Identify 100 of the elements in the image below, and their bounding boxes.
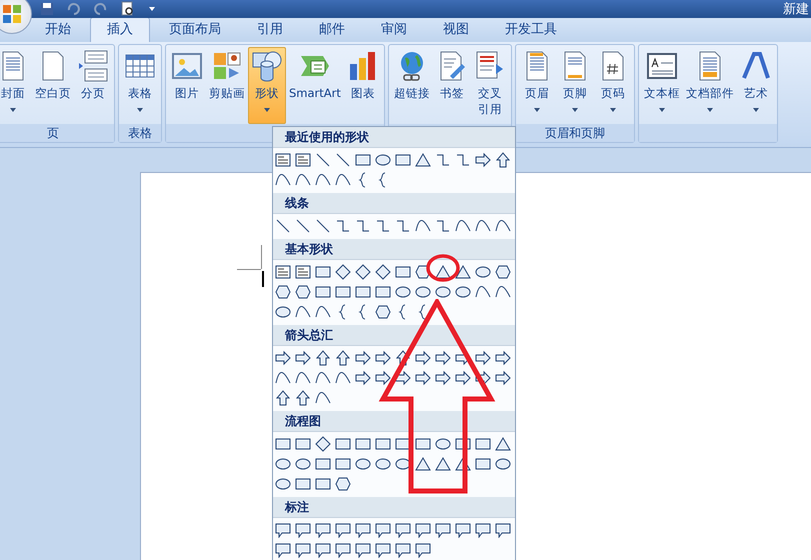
line-icon[interactable] — [275, 218, 291, 234]
oval-icon[interactable] — [395, 284, 411, 300]
callout-icon[interactable] — [375, 522, 391, 538]
rectangle-icon[interactable] — [295, 436, 311, 452]
line-icon[interactable] — [315, 218, 331, 234]
right-arrow-icon[interactable] — [375, 350, 391, 366]
rectangle-icon[interactable] — [355, 152, 371, 168]
oval-icon[interactable] — [355, 456, 371, 472]
up-arrow-icon[interactable] — [315, 350, 331, 366]
callout-icon[interactable] — [455, 522, 471, 538]
callout-icon[interactable] — [335, 542, 351, 558]
curve-icon[interactable] — [315, 390, 331, 406]
oval-icon[interactable] — [415, 284, 431, 300]
triangle-icon[interactable] — [455, 264, 471, 280]
rectangle-icon[interactable] — [355, 284, 371, 300]
right-arrow-icon[interactable] — [475, 370, 491, 386]
curve-icon[interactable] — [335, 370, 351, 386]
rectangle-icon[interactable] — [475, 456, 491, 472]
hexagon-icon[interactable] — [495, 264, 511, 280]
ribbon-tab[interactable]: 审阅 — [364, 17, 424, 42]
curve-icon[interactable] — [415, 218, 431, 234]
rectangle-icon[interactable] — [355, 436, 371, 452]
curve-icon[interactable] — [315, 172, 331, 188]
ribbon-button[interactable]: 页码 — [594, 47, 632, 124]
rectangle-icon[interactable] — [315, 456, 331, 472]
line-icon[interactable] — [335, 152, 351, 168]
ribbon-tab[interactable]: 插入 — [90, 17, 150, 42]
triangle-icon[interactable] — [435, 456, 451, 472]
curve-icon[interactable] — [455, 218, 471, 234]
text-box-shape-icon[interactable] — [275, 264, 291, 280]
elbow-connector-icon[interactable] — [435, 152, 451, 168]
right-arrow-icon[interactable] — [475, 152, 491, 168]
ribbon-button[interactable]: 形状 — [248, 47, 286, 124]
oval-icon[interactable] — [375, 152, 391, 168]
oval-icon[interactable] — [435, 436, 451, 452]
ribbon-button[interactable]: SmartArt — [286, 47, 344, 124]
curve-icon[interactable] — [475, 284, 491, 300]
right-arrow-icon[interactable] — [475, 350, 491, 366]
callout-icon[interactable] — [295, 522, 311, 538]
rectangle-icon[interactable] — [275, 436, 291, 452]
triangle-icon[interactable] — [455, 456, 471, 472]
right-arrow-icon[interactable] — [415, 350, 431, 366]
ribbon-button[interactable]: 艺术 — [736, 47, 775, 124]
rectangle-icon[interactable] — [395, 264, 411, 280]
callout-icon[interactable] — [415, 542, 431, 558]
rectangle-icon[interactable] — [415, 436, 431, 452]
curve-icon[interactable] — [475, 218, 491, 234]
callout-icon[interactable] — [375, 542, 391, 558]
callout-icon[interactable] — [495, 522, 511, 538]
callout-icon[interactable] — [335, 522, 351, 538]
elbow-connector-icon[interactable] — [455, 152, 471, 168]
redo-icon[interactable] — [94, 2, 108, 16]
ribbon-button[interactable]: 封面 — [0, 47, 32, 124]
oval-icon[interactable] — [295, 456, 311, 472]
ribbon-tab[interactable]: 视图 — [426, 17, 486, 42]
curve-icon[interactable] — [315, 304, 331, 320]
hexagon-icon[interactable] — [295, 284, 311, 300]
callout-icon[interactable] — [295, 542, 311, 558]
curve-icon[interactable] — [295, 172, 311, 188]
hexagon-icon[interactable] — [375, 304, 391, 320]
line-icon[interactable] — [315, 152, 331, 168]
oval-icon[interactable] — [375, 456, 391, 472]
elbow-connector-icon[interactable] — [435, 218, 451, 234]
oval-icon[interactable] — [275, 476, 291, 492]
ribbon-tab[interactable]: 页面布局 — [152, 17, 238, 42]
ribbon-button[interactable]: 页眉 — [518, 47, 556, 124]
oval-icon[interactable] — [435, 284, 451, 300]
right-arrow-icon[interactable] — [455, 370, 471, 386]
diamond-icon[interactable] — [335, 264, 351, 280]
text-box-shape-icon[interactable] — [295, 152, 311, 168]
text-box-shape-icon[interactable] — [275, 152, 291, 168]
callout-icon[interactable] — [435, 522, 451, 538]
right-arrow-icon[interactable] — [275, 350, 291, 366]
hexagon-icon[interactable] — [335, 476, 351, 492]
ribbon-button[interactable]: 剪贴画 — [206, 47, 248, 124]
undo-icon[interactable] — [66, 2, 82, 16]
elbow-connector-icon[interactable] — [395, 218, 411, 234]
rectangle-icon[interactable] — [375, 436, 391, 452]
right-arrow-icon[interactable] — [495, 370, 511, 386]
callout-icon[interactable] — [395, 542, 411, 558]
callout-icon[interactable] — [315, 522, 331, 538]
oval-icon[interactable] — [395, 456, 411, 472]
right-arrow-icon[interactable] — [355, 370, 371, 386]
curve-icon[interactable] — [335, 172, 351, 188]
diamond-icon[interactable] — [315, 436, 331, 452]
rectangle-icon[interactable] — [395, 152, 411, 168]
rectangle-icon[interactable] — [335, 284, 351, 300]
rectangle-icon[interactable] — [335, 456, 351, 472]
ribbon-button[interactable]: 分页 — [74, 47, 112, 124]
curve-icon[interactable] — [275, 370, 291, 386]
oval-icon[interactable] — [275, 304, 291, 320]
ribbon-button[interactable]: 文本框 — [640, 47, 683, 124]
rectangle-icon[interactable] — [375, 284, 391, 300]
save-icon[interactable] — [40, 2, 54, 16]
oval-icon[interactable] — [455, 284, 471, 300]
callout-icon[interactable] — [475, 522, 491, 538]
curve-icon[interactable] — [315, 370, 331, 386]
curve-icon[interactable] — [275, 172, 291, 188]
elbow-connector-icon[interactable] — [375, 218, 391, 234]
ribbon-tab[interactable]: 邮件 — [302, 17, 362, 42]
